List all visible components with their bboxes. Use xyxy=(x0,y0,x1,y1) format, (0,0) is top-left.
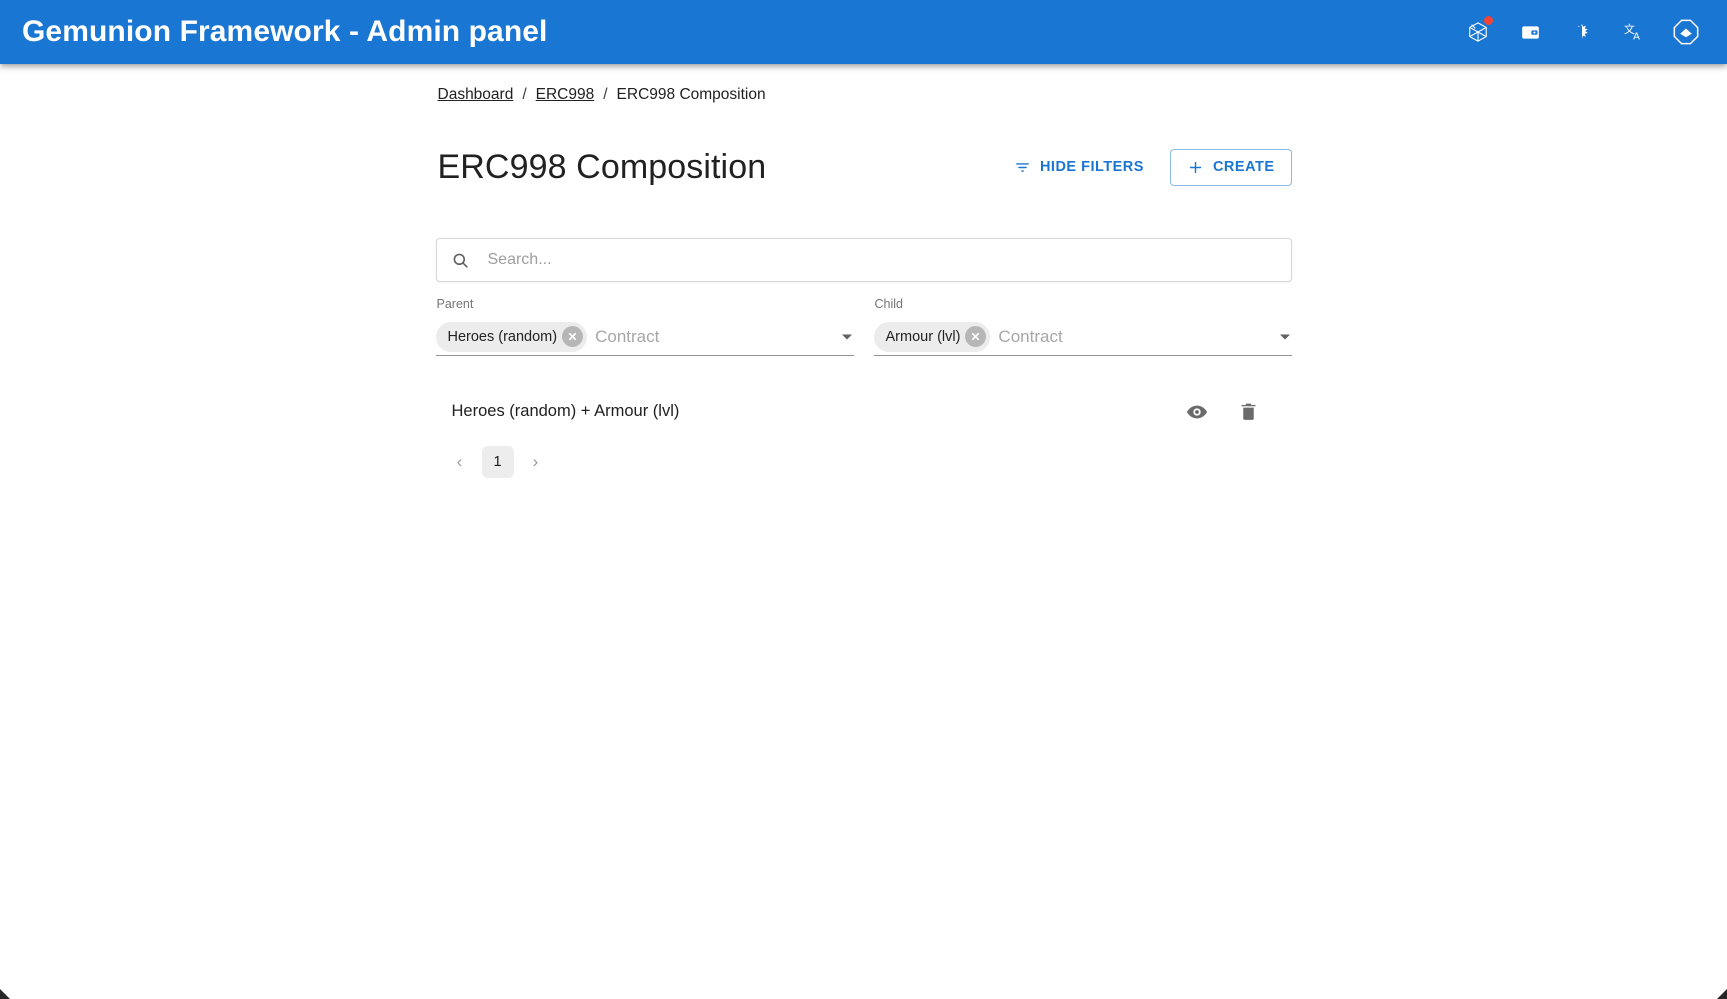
page-title: ERC998 Composition xyxy=(437,147,767,186)
child-filter-placeholder: Contract xyxy=(998,326,1063,346)
breadcrumb-item-dashboard[interactable]: Dashboard xyxy=(438,86,514,104)
create-button[interactable]: CREATE xyxy=(1169,148,1292,186)
pagination-next-button[interactable]: › xyxy=(520,446,552,478)
breadcrumb: Dashboard / ERC998 / ERC998 Composition xyxy=(436,80,1292,110)
search-icon xyxy=(451,251,470,270)
breadcrumb-item-erc998[interactable]: ERC998 xyxy=(536,86,595,104)
child-filter-label: Child xyxy=(874,297,904,312)
create-label: CREATE xyxy=(1212,159,1275,176)
child-chip-label: Armour (lvl) xyxy=(885,328,961,345)
app-title: Gemunion Framework - Admin panel xyxy=(22,15,548,48)
pagination-page-1[interactable]: 1 xyxy=(481,445,514,478)
svg-text:A: A xyxy=(1633,31,1640,42)
search-input[interactable] xyxy=(485,250,1277,271)
parent-filter: Parent Heroes (random) Contract xyxy=(435,297,854,356)
app-bar-actions: 文 A xyxy=(1459,13,1705,51)
view-icon[interactable] xyxy=(1180,395,1214,429)
notification-badge xyxy=(1484,16,1493,25)
filter-selects-row: Parent Heroes (random) Contract Child Ar… xyxy=(435,297,1292,356)
parent-filter-control[interactable]: Heroes (random) Contract xyxy=(435,319,854,356)
parent-filter-label: Parent xyxy=(436,297,474,312)
plus-icon xyxy=(1187,159,1204,176)
search-field[interactable] xyxy=(435,238,1292,283)
breadcrumb-separator: / xyxy=(522,86,527,103)
delete-icon[interactable] xyxy=(1232,395,1266,429)
hide-filters-button[interactable]: HIDE FILTERS xyxy=(1006,151,1152,184)
language-icon[interactable]: 文 A xyxy=(1615,13,1653,51)
page-header: ERC998 Composition HIDE FILTERS CREATE xyxy=(436,124,1292,210)
list-item-actions xyxy=(1180,395,1276,429)
list-item-label: Heroes (random) + Armour (lvl) xyxy=(451,402,680,421)
wallet-icon[interactable] xyxy=(1511,13,1549,51)
child-filter: Child Armour (lvl) Contract xyxy=(873,297,1292,356)
parent-chip-label: Heroes (random) xyxy=(447,328,558,345)
breadcrumb-separator: / xyxy=(603,86,608,103)
chip-close-icon[interactable] xyxy=(965,326,987,348)
hide-filters-label: HIDE FILTERS xyxy=(1039,159,1144,176)
page-header-actions: HIDE FILTERS CREATE xyxy=(1006,148,1292,186)
metamask-icon[interactable] xyxy=(1459,13,1497,51)
content-container: Dashboard / ERC998 / ERC998 Composition … xyxy=(435,64,1292,478)
filter-list-icon xyxy=(1014,159,1031,176)
breadcrumb-item-current: ERC998 Composition xyxy=(616,86,766,103)
composition-list: Heroes (random) + Armour (lvl) ‹ 1 › xyxy=(436,384,1292,478)
user-avatar-icon[interactable] xyxy=(1667,13,1705,51)
child-chip: Armour (lvl) xyxy=(873,321,991,352)
child-filter-control[interactable]: Armour (lvl) Contract xyxy=(873,319,1292,356)
list-item[interactable]: Heroes (random) + Armour (lvl) xyxy=(436,384,1292,440)
dropdown-arrow-icon[interactable] xyxy=(1279,334,1290,340)
pagination: ‹ 1 › xyxy=(436,445,1292,478)
filters-panel: Parent Heroes (random) Contract xyxy=(435,238,1292,356)
parent-chip: Heroes (random) xyxy=(435,321,588,352)
app-bar: Gemunion Framework - Admin panel 文 A xyxy=(0,0,1727,64)
pagination-prev-button[interactable]: ‹ xyxy=(444,446,476,478)
chip-close-icon[interactable] xyxy=(562,326,584,348)
parent-filter-placeholder: Contract xyxy=(595,326,660,346)
page-body: Dashboard / ERC998 / ERC998 Composition … xyxy=(0,64,1727,999)
theme-toggle-icon[interactable] xyxy=(1563,13,1601,51)
dropdown-arrow-icon[interactable] xyxy=(841,334,852,340)
